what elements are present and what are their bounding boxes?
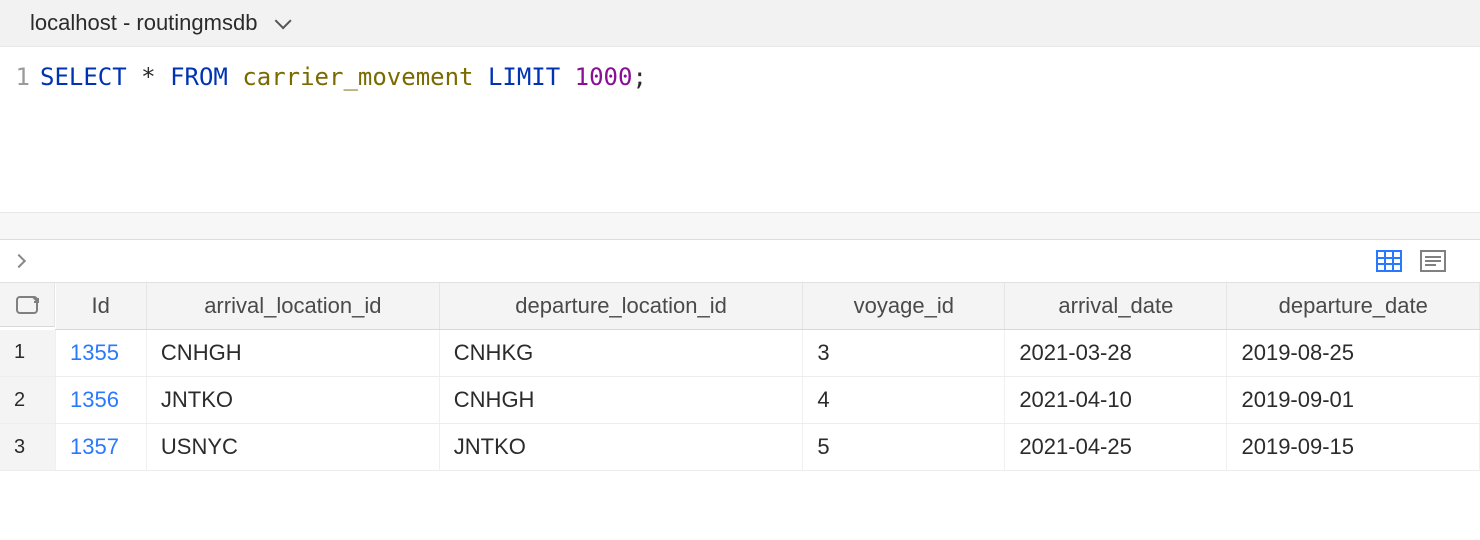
cell-id[interactable]: 1355 [56, 330, 147, 377]
cell-voyage-id[interactable]: 5 [803, 424, 1005, 471]
sql-editor[interactable]: 1 SELECT * FROM carrier_movement LIMIT 1… [0, 47, 1480, 212]
cell-arrival-location[interactable]: JNTKO [146, 377, 439, 424]
table-row[interactable]: 1 1355 CNHGH CNHKG 3 2021-03-28 2019-08-… [0, 330, 1480, 377]
cell-voyage-id[interactable]: 3 [803, 330, 1005, 377]
column-header-departure-date[interactable]: departure_date [1227, 283, 1480, 330]
column-header-id[interactable]: Id [56, 283, 147, 330]
sql-keyword-select: SELECT [40, 63, 127, 91]
connection-selector[interactable]: localhost - routingmsdb [0, 0, 1480, 47]
table-row[interactable]: 3 1357 USNYC JNTKO 5 2021-04-25 2019-09-… [0, 424, 1480, 471]
editor-gutter: 1 [0, 59, 40, 200]
cell-departure-location[interactable]: CNHGH [439, 377, 803, 424]
line-number: 1 [0, 59, 30, 95]
grid-view-icon[interactable] [1376, 250, 1402, 272]
corner-cell[interactable] [0, 283, 55, 327]
connection-label: localhost - routingmsdb [30, 10, 257, 36]
pane-divider[interactable] [0, 212, 1480, 240]
sql-keyword-limit: LIMIT [488, 63, 560, 91]
results-toolbar [0, 240, 1480, 283]
chevron-right-icon[interactable] [12, 254, 26, 268]
column-header-arrival-date[interactable]: arrival_date [1005, 283, 1227, 330]
cell-id[interactable]: 1357 [56, 424, 147, 471]
cell-arrival-location[interactable]: CNHGH [146, 330, 439, 377]
results-table: Id arrival_location_id departure_locatio… [0, 283, 1480, 471]
row-number: 3 [0, 424, 56, 471]
text-view-icon[interactable] [1420, 250, 1446, 272]
cell-departure-location[interactable]: CNHKG [439, 330, 803, 377]
refresh-icon[interactable] [15, 293, 39, 317]
chevron-down-icon [275, 12, 292, 29]
sql-table-name: carrier_movement [242, 63, 473, 91]
sql-keyword-from: FROM [170, 63, 228, 91]
column-header-voyage-id[interactable]: voyage_id [803, 283, 1005, 330]
cell-id[interactable]: 1356 [56, 377, 147, 424]
cell-departure-date[interactable]: 2019-09-01 [1227, 377, 1480, 424]
cell-departure-location[interactable]: JNTKO [439, 424, 803, 471]
sql-star: * [141, 63, 155, 91]
cell-arrival-date[interactable]: 2021-04-10 [1005, 377, 1227, 424]
results-body: 1 1355 CNHGH CNHKG 3 2021-03-28 2019-08-… [0, 330, 1480, 471]
results-grid: Id arrival_location_id departure_locatio… [0, 283, 1480, 471]
row-number: 2 [0, 377, 56, 424]
sql-number: 1000 [575, 63, 633, 91]
sql-semicolon: ; [632, 63, 646, 91]
cell-departure-date[interactable]: 2019-09-15 [1227, 424, 1480, 471]
header-row: Id arrival_location_id departure_locatio… [0, 283, 1480, 330]
cell-arrival-location[interactable]: USNYC [146, 424, 439, 471]
cell-voyage-id[interactable]: 4 [803, 377, 1005, 424]
row-number: 1 [0, 330, 56, 377]
code-line: SELECT * FROM carrier_movement LIMIT 100… [40, 59, 647, 200]
column-header-departure-location[interactable]: departure_location_id [439, 283, 803, 330]
table-row[interactable]: 2 1356 JNTKO CNHGH 4 2021-04-10 2019-09-… [0, 377, 1480, 424]
cell-arrival-date[interactable]: 2021-04-25 [1005, 424, 1227, 471]
cell-arrival-date[interactable]: 2021-03-28 [1005, 330, 1227, 377]
cell-departure-date[interactable]: 2019-08-25 [1227, 330, 1480, 377]
column-header-arrival-location[interactable]: arrival_location_id [146, 283, 439, 330]
